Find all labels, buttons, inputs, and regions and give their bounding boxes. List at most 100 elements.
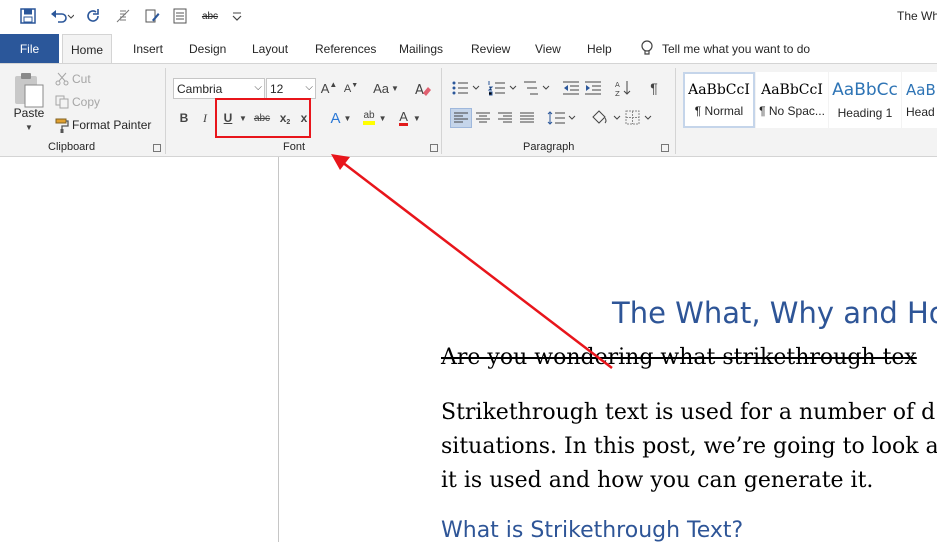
svg-text:A: A bbox=[615, 81, 620, 89]
style-heading-2[interactable]: AaBb Head bbox=[902, 72, 937, 128]
font-name-combo[interactable]: Cambria ⌵ bbox=[173, 78, 265, 99]
decrease-indent-icon[interactable] bbox=[561, 78, 581, 98]
bold-button[interactable]: B bbox=[176, 108, 192, 128]
tab-insert[interactable]: Insert bbox=[133, 34, 163, 63]
page-icon[interactable] bbox=[171, 6, 189, 26]
group-separator bbox=[675, 68, 676, 154]
document-title[interactable]: The What, Why and Ho bbox=[612, 296, 937, 330]
strikethrough-line[interactable]: Are you wondering what strikethrough tex bbox=[441, 345, 917, 370]
style-name: Heading 1 bbox=[837, 106, 893, 120]
line-spacing-icon[interactable] bbox=[547, 108, 577, 128]
multilevel-list-icon[interactable] bbox=[522, 78, 552, 98]
tab-view[interactable]: View bbox=[535, 34, 561, 63]
align-center-icon[interactable] bbox=[473, 108, 493, 128]
svg-text:Z: Z bbox=[615, 90, 620, 97]
copy-button[interactable]: Copy bbox=[72, 94, 100, 110]
tab-design[interactable]: Design bbox=[189, 34, 226, 63]
tab-help[interactable]: Help bbox=[587, 34, 612, 63]
paragraph-line: it is used and how you can generate it. bbox=[441, 468, 874, 493]
style-sample: AaBb bbox=[906, 81, 937, 99]
style-name: ¶ No Spac... bbox=[759, 104, 825, 118]
svg-text:A: A bbox=[415, 83, 424, 98]
annotation-highlight-box bbox=[215, 98, 311, 138]
group-separator bbox=[441, 68, 442, 154]
body-paragraph[interactable]: Strikethrough text is used for a number … bbox=[441, 396, 937, 498]
paste-button[interactable]: Paste bbox=[11, 106, 47, 120]
paragraph-group-label: Paragraph bbox=[523, 141, 575, 153]
align-left-icon[interactable] bbox=[450, 108, 472, 128]
borders-icon[interactable] bbox=[625, 108, 655, 128]
font-color-button[interactable]: A ▼ bbox=[396, 108, 424, 128]
copy-icon[interactable] bbox=[54, 94, 70, 110]
paste-dropdown-icon[interactable]: ▼ bbox=[23, 122, 35, 132]
clipboard-launcher-icon[interactable] bbox=[153, 144, 161, 152]
chevron-down-icon[interactable]: ⌵ bbox=[305, 82, 313, 93]
customize-icon[interactable] bbox=[229, 6, 245, 26]
grow-font-label: A bbox=[320, 81, 330, 96]
bullets-icon[interactable] bbox=[451, 78, 483, 98]
tell-me-label: Tell me what you want to do bbox=[662, 41, 811, 56]
shrink-font-label: A bbox=[343, 82, 352, 95]
text-effects-label: A bbox=[330, 109, 341, 127]
style-no-spacing[interactable]: AaBbCcI ¶ No Spac... bbox=[756, 72, 828, 128]
paste-icon[interactable] bbox=[12, 70, 46, 110]
text-effects-button[interactable]: A ▼ bbox=[328, 108, 354, 128]
font-size-combo[interactable]: 12 ⌵ bbox=[266, 78, 316, 99]
ribbon-home: Paste ▼ Cut Copy Format Painter Clipboar… bbox=[0, 63, 937, 157]
style-normal[interactable]: AaBbCcI ¶ Normal bbox=[683, 72, 755, 128]
section-heading[interactable]: What is Strikethrough Text? bbox=[441, 518, 743, 542]
change-case-button[interactable]: Aa ▼ bbox=[371, 78, 401, 99]
clipboard-group-label: Clipboard bbox=[48, 141, 96, 153]
tab-mailings[interactable]: Mailings bbox=[399, 34, 443, 63]
style-heading-1[interactable]: AaBbCc Heading 1 bbox=[829, 72, 901, 128]
edit-icon[interactable] bbox=[142, 6, 162, 26]
increase-indent-icon[interactable] bbox=[583, 78, 603, 98]
chevron-down-icon[interactable]: ⌵ bbox=[254, 82, 262, 93]
italic-button[interactable]: I bbox=[198, 108, 212, 128]
highlight-label: ab bbox=[363, 111, 375, 125]
justify-icon[interactable] bbox=[517, 108, 537, 128]
style-name: Head bbox=[906, 105, 935, 119]
quick-access-toolbar: abc The Wh bbox=[0, 0, 937, 34]
tell-me-search[interactable]: Tell me what you want to do bbox=[640, 34, 810, 63]
sort-icon[interactable]: AZ bbox=[613, 78, 633, 98]
lightbulb-icon bbox=[641, 39, 653, 55]
grow-font-button[interactable]: A ▲ bbox=[320, 78, 338, 99]
font-group-label: Font bbox=[283, 141, 306, 153]
save-icon[interactable] bbox=[18, 6, 38, 26]
redo-icon[interactable] bbox=[83, 6, 103, 26]
ribbon-tabs: File Home Insert Design Layout Reference… bbox=[0, 34, 937, 64]
style-sample: AaBbCcI bbox=[688, 82, 750, 98]
font-size-value: 12 bbox=[270, 81, 284, 96]
paragraph-launcher-icon[interactable] bbox=[661, 144, 669, 152]
numbering-icon[interactable] bbox=[487, 78, 519, 98]
font-launcher-icon[interactable] bbox=[430, 144, 438, 152]
format-painter-button[interactable]: Format Painter bbox=[72, 117, 151, 133]
tab-file[interactable]: File bbox=[0, 34, 59, 63]
cut-button[interactable]: Cut bbox=[72, 71, 91, 87]
highlight-button[interactable]: ab ▼ bbox=[360, 108, 390, 128]
style-name: ¶ Normal bbox=[694, 104, 744, 118]
tab-references[interactable]: References bbox=[315, 34, 376, 63]
document-icon[interactable] bbox=[113, 6, 133, 26]
show-formatting-button[interactable]: ¶ bbox=[645, 78, 663, 98]
style-sample: AaBbCcI bbox=[761, 82, 823, 98]
tab-home[interactable]: Home bbox=[62, 34, 113, 64]
format-painter-icon[interactable] bbox=[54, 117, 70, 133]
strikethrough-icon[interactable]: abc bbox=[199, 6, 221, 26]
align-right-icon[interactable] bbox=[495, 108, 515, 128]
group-separator bbox=[165, 68, 166, 154]
undo-icon[interactable] bbox=[48, 6, 76, 26]
window-title: The Wh bbox=[897, 9, 937, 23]
style-sample: AaBbCc bbox=[832, 80, 898, 100]
font-name-value: Cambria bbox=[177, 81, 223, 96]
paragraph-line: Strikethrough text is used for a number … bbox=[441, 400, 936, 425]
font-color-label: A bbox=[399, 109, 408, 126]
tab-layout[interactable]: Layout bbox=[252, 34, 288, 63]
shrink-font-button[interactable]: A ▼ bbox=[343, 78, 359, 99]
shading-icon[interactable] bbox=[590, 108, 622, 128]
paragraph-line: situations. In this post, we’re going to… bbox=[441, 434, 937, 459]
clear-formatting-icon[interactable]: A bbox=[412, 78, 434, 99]
cut-icon[interactable] bbox=[54, 71, 70, 87]
tab-review[interactable]: Review bbox=[471, 34, 510, 63]
